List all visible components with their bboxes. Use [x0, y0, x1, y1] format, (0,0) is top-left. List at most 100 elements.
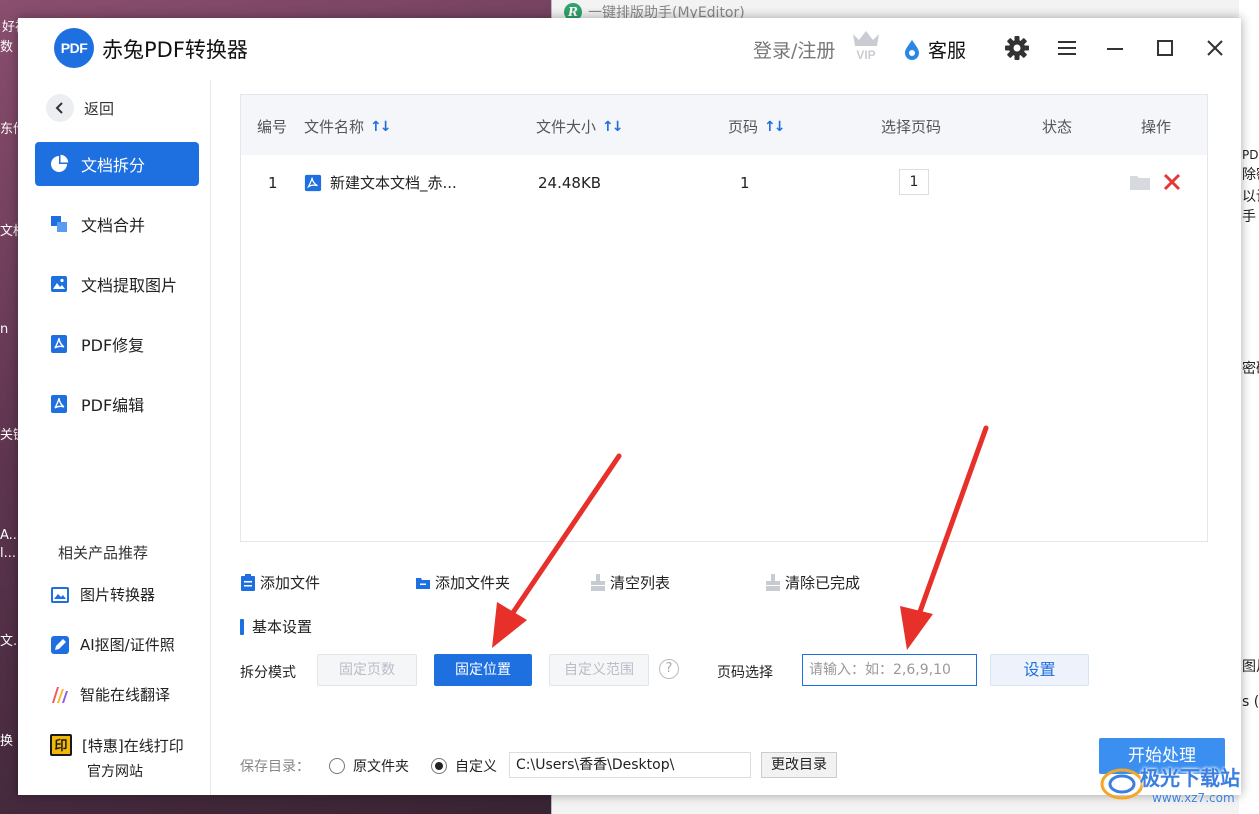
print-seal-icon: 印: [50, 734, 72, 756]
nav-item-extract-images[interactable]: 文档提取图片: [35, 262, 199, 306]
nav-item-label: PDF修复: [81, 336, 145, 355]
add-folder-button[interactable]: 添加文件夹: [415, 572, 510, 593]
column-header-size[interactable]: 文件大小 ↑↓: [536, 116, 624, 137]
image-icon: [51, 276, 67, 292]
app-logo-icon: PDF: [54, 28, 94, 68]
nav-item-pdf-repair[interactable]: PDF修复: [35, 322, 199, 366]
selected-pages-field[interactable]: 1: [899, 169, 929, 195]
save-path-field[interactable]: C:\Users\香香\Desktop\: [509, 752, 751, 778]
customer-service-button[interactable]: 客服: [902, 36, 966, 63]
cell-no: 1: [268, 174, 278, 192]
desktop-text: l...: [0, 546, 17, 561]
minimize-icon[interactable]: [1102, 35, 1128, 61]
recommend-item-translate[interactable]: 智能在线翻译: [50, 684, 170, 705]
mode-fixed-position-button[interactable]: 固定位置: [434, 654, 532, 686]
cell-pages: 1: [740, 174, 750, 192]
delete-icon[interactable]: [1162, 172, 1182, 192]
login-register-link[interactable]: 登录/注册: [753, 36, 835, 63]
recommend-item-label: AI抠图/证件照: [80, 636, 175, 654]
column-header-select-pages: 选择页码: [881, 118, 942, 136]
pdf-icon: [51, 395, 67, 413]
back-button[interactable]: 返回: [46, 94, 114, 122]
folder-icon[interactable]: [1129, 172, 1151, 192]
clear-list-button[interactable]: 清空列表: [590, 572, 670, 593]
sort-icon[interactable]: ↑↓: [370, 119, 392, 135]
background-side-text: 以设: [1242, 189, 1259, 205]
recommend-item-label: 图片转换器: [80, 586, 156, 604]
clipboard-icon: [241, 573, 255, 591]
nav-item-label: 文档提取图片: [81, 276, 178, 295]
nav-item-label: 文档拆分: [81, 156, 146, 175]
column-header-name[interactable]: 文件名称 ↑↓: [304, 116, 392, 137]
image-converter-icon: [51, 586, 69, 603]
split-mode-label: 拆分模式: [240, 665, 296, 681]
column-header-actions: 操作: [1141, 118, 1172, 136]
change-dir-button[interactable]: 更改目录: [761, 752, 837, 778]
table-row[interactable]: 1 新建文本文档_赤... 24.48KB 1 1: [241, 155, 1207, 211]
basic-settings-title: 基本设置: [240, 616, 312, 637]
recommend-item-label: 智能在线翻译: [80, 686, 171, 704]
background-side-text: s (S: [1242, 694, 1259, 710]
nav-item-split[interactable]: 文档拆分: [35, 142, 199, 186]
background-side-text: 图片: [1242, 659, 1259, 675]
maximize-icon[interactable]: [1152, 35, 1178, 61]
watermark-text: 极光下载站: [1140, 766, 1240, 790]
app-title: 赤兔PDF转换器: [102, 38, 248, 62]
vip-label: VIP: [856, 48, 875, 62]
folder-add-icon: [416, 577, 430, 589]
set-button[interactable]: 设置: [990, 654, 1089, 686]
column-header-status: 状态: [1042, 118, 1073, 136]
gear-icon[interactable]: [1004, 35, 1030, 61]
radio-circle-selected[interactable]: [431, 758, 447, 774]
radio-circle[interactable]: [329, 758, 345, 774]
file-name: 新建文本文档_赤...: [330, 174, 457, 192]
background-side-text: 密码: [1242, 361, 1259, 377]
recommend-item-label: [特惠]在线打印: [82, 736, 184, 755]
recommend-item-ai-cutout[interactable]: AI抠图/证件照: [50, 634, 175, 655]
pdf-file-icon: [304, 174, 322, 191]
background-side-text: 除密: [1242, 167, 1259, 183]
save-dir-label: 保存目录：: [240, 759, 310, 775]
page-select-input[interactable]: [802, 654, 977, 686]
recommend-item-image-converter[interactable]: 图片转换器: [50, 584, 155, 605]
back-label: 返回: [84, 99, 115, 118]
nav-item-pdf-edit[interactable]: PDF编辑: [35, 382, 199, 426]
recommend-title: 相关产品推荐: [58, 544, 149, 562]
column-header-no: 编号: [257, 118, 288, 136]
service-drop-icon: [905, 39, 919, 60]
official-site-link[interactable]: 官方网站: [87, 761, 143, 781]
broom-icon: [766, 573, 780, 591]
desktop-text: 数: [0, 40, 14, 55]
column-header-pages[interactable]: 页码 ↑↓: [728, 116, 786, 137]
background-window-edge: [1239, 0, 1259, 814]
menu-icon[interactable]: [1054, 35, 1080, 61]
table-header: 编号 文件名称 ↑↓ 文件大小 ↑↓ 页码 ↑↓ 选择页码 状态 操作: [241, 95, 1207, 155]
close-icon[interactable]: [1202, 35, 1228, 61]
cell-name: 新建文本文档_赤...: [304, 172, 457, 193]
sort-icon[interactable]: ↑↓: [764, 119, 786, 135]
mode-fixed-pages-button[interactable]: 固定页数: [317, 654, 417, 686]
clear-completed-button[interactable]: 清除已完成: [765, 572, 860, 593]
section-marker: [240, 618, 244, 635]
sort-icon[interactable]: ↑↓: [602, 119, 624, 135]
help-icon[interactable]: ?: [659, 659, 679, 679]
recommend-item-print[interactable]: 印 [特惠]在线打印: [50, 734, 184, 756]
radio-custom-folder[interactable]: 自定义: [431, 756, 497, 776]
desktop-text: 换: [0, 734, 14, 749]
cell-size: 24.48KB: [538, 174, 602, 192]
service-label: 客服: [928, 40, 967, 62]
svg-text:印: 印: [54, 739, 67, 754]
merge-icon: [51, 216, 67, 232]
radio-original-folder[interactable]: 原文件夹: [329, 756, 409, 776]
pen-icon: [51, 635, 69, 654]
sidebar: 返回 文档拆分 文档合并 文档提取图片 PDF修复 PDF编辑 相关产品推荐 图…: [18, 80, 211, 795]
add-file-button[interactable]: 添加文件: [240, 572, 320, 593]
background-side-text: PDF: [1242, 148, 1259, 162]
broom-icon: [591, 573, 605, 591]
nav-item-label: 文档合并: [81, 216, 146, 235]
mode-custom-range-button[interactable]: 自定义范围: [549, 654, 649, 686]
pie-chart-icon: [51, 154, 69, 172]
nav-item-merge[interactable]: 文档合并: [35, 202, 199, 246]
watermark-url: www.xz7.com: [1152, 791, 1235, 805]
vip-crown-icon[interactable]: VIP: [850, 28, 882, 62]
